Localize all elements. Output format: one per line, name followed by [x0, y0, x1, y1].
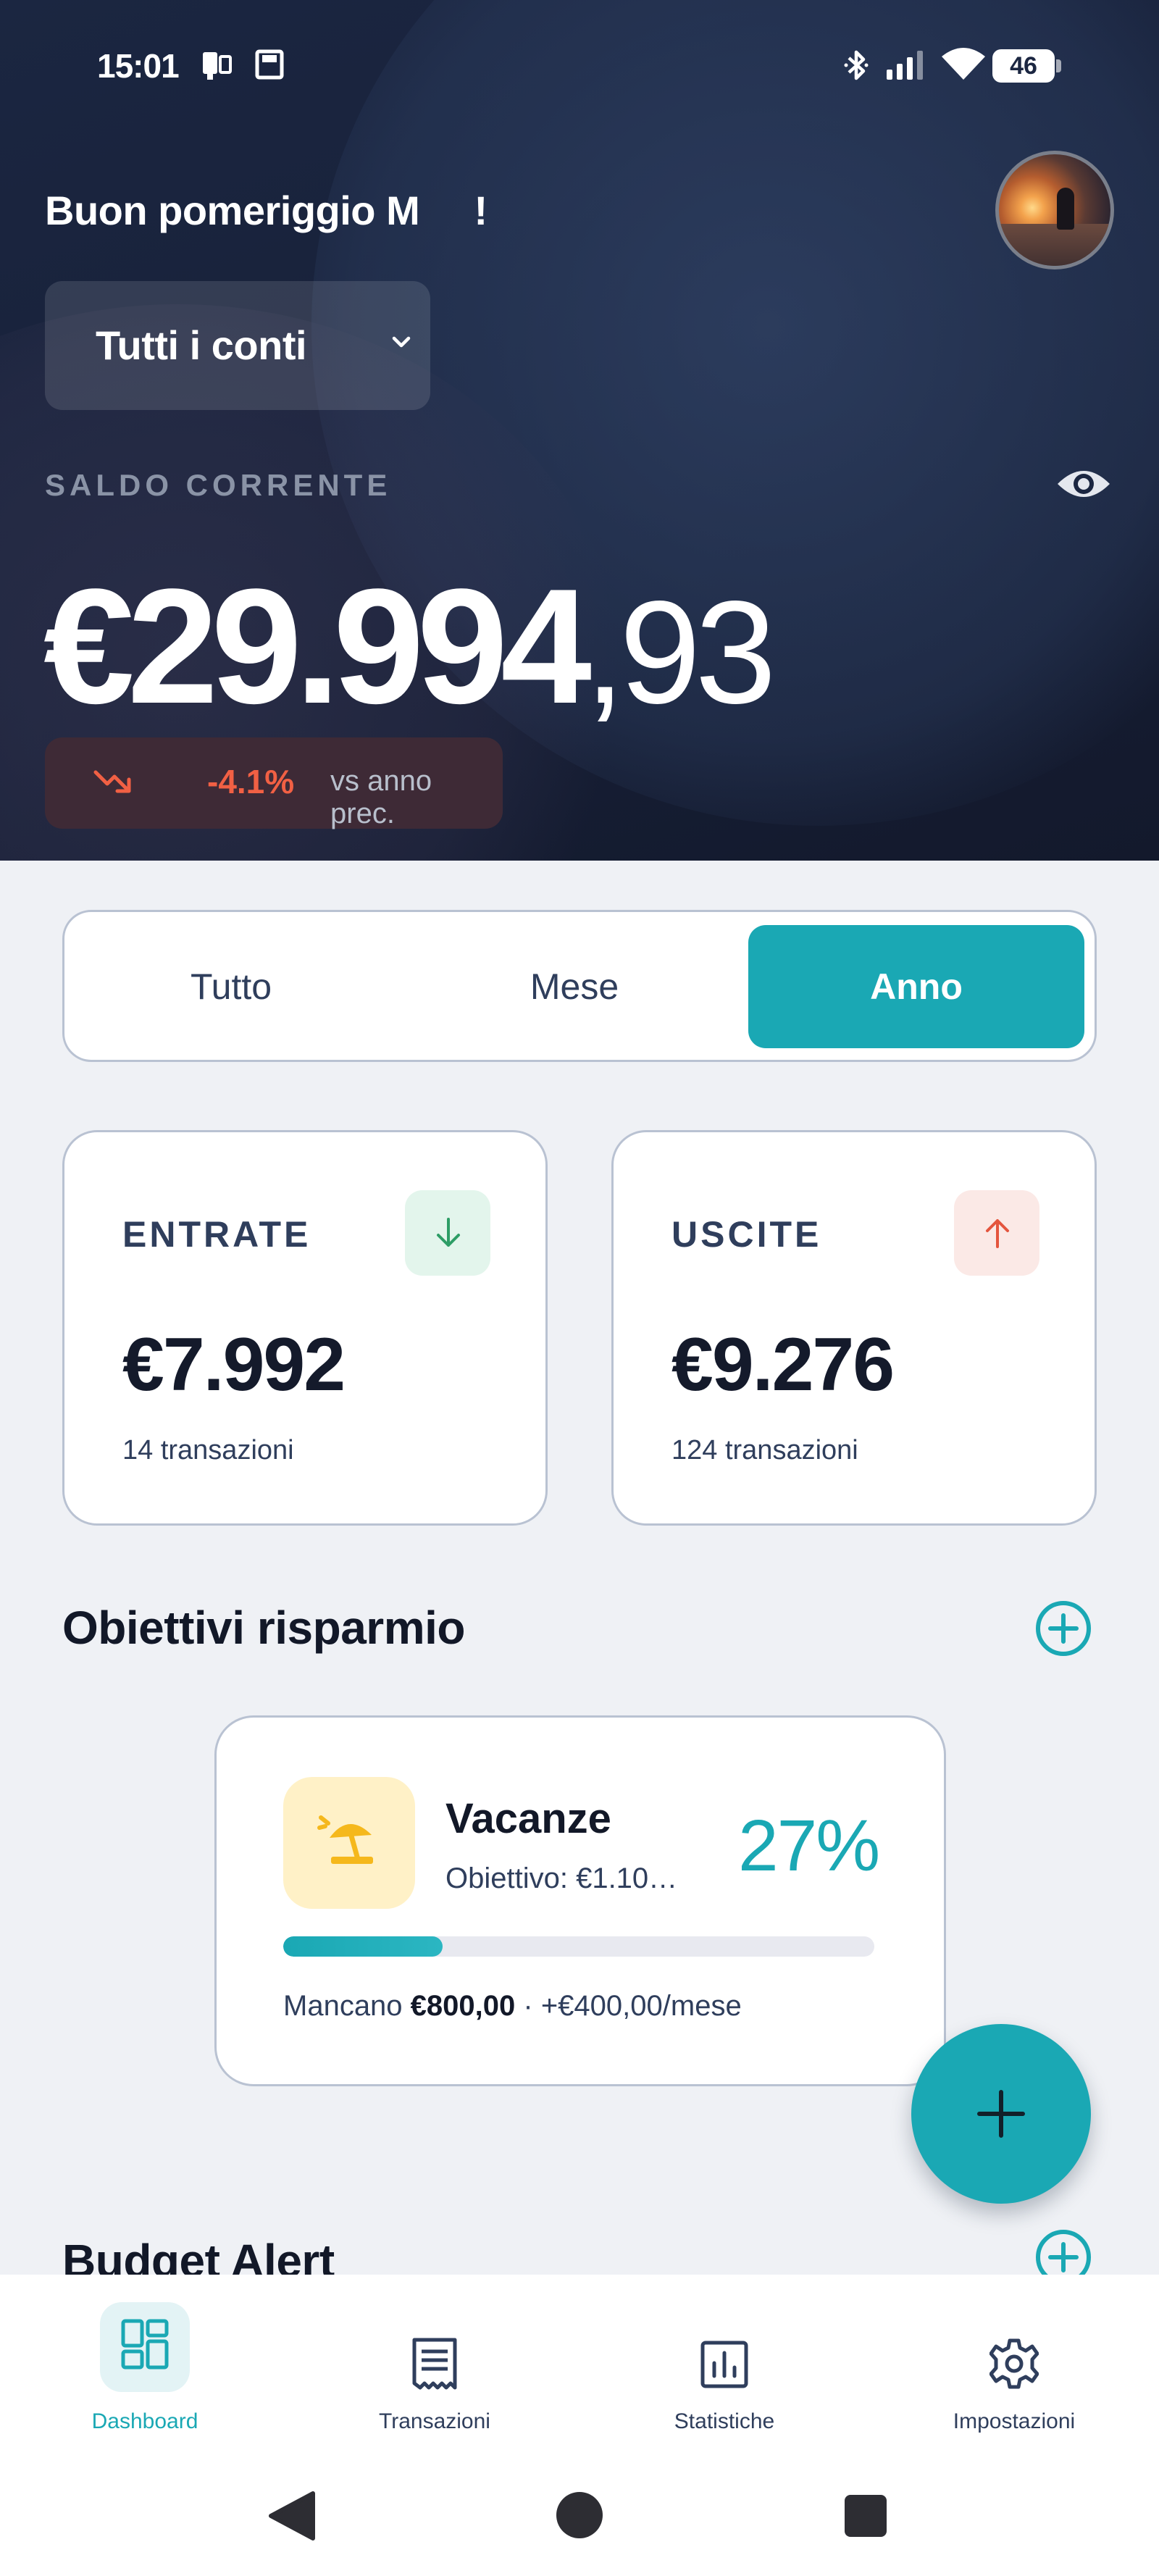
- nav-dashboard[interactable]: Dashboard: [36, 2302, 254, 2433]
- nav-statistics[interactable]: Statistiche: [616, 2302, 833, 2433]
- goal-footer: Mancano €800,00 · +€400,00/mese: [283, 1990, 742, 2023]
- status-bar: 15:01 46: [0, 0, 1159, 138]
- status-time: 15:01: [97, 47, 180, 85]
- goal-icon-tile: [283, 1777, 415, 1909]
- wifi-icon: [942, 48, 985, 80]
- plus-icon: [977, 2090, 1025, 2138]
- beach-umbrella-icon: [317, 1815, 373, 1864]
- back-icon[interactable]: [264, 2491, 319, 2541]
- system-navigation-bar: [0, 2470, 1159, 2576]
- battery-icon: 46: [992, 49, 1062, 83]
- account-selector-label: Tutti i conti: [96, 322, 307, 368]
- goal-progress-bar: [283, 1936, 874, 1957]
- avatar[interactable]: [995, 151, 1114, 269]
- chevron-down-icon: [392, 336, 411, 348]
- dashboard-icon: [121, 2319, 169, 2370]
- battery-level: 46: [1010, 52, 1037, 80]
- trend-badge: -4.1% vs anno prec.: [45, 737, 503, 829]
- nav-icon-wrap: [390, 2331, 480, 2421]
- arrow-down-icon: [437, 1218, 460, 1247]
- nav-label: Transazioni: [379, 2409, 490, 2433]
- period-selector: Tutto Mese Anno: [62, 910, 1097, 1062]
- income-title: ENTRATE: [122, 1214, 311, 1255]
- balance-integer: €29.994: [43, 554, 592, 737]
- income-card[interactable]: ENTRATE €7.992 14 transazioni: [62, 1130, 548, 1526]
- trend-percent: -4.1%: [207, 763, 295, 800]
- recent-apps-button[interactable]: [845, 2495, 887, 2537]
- tab-mese[interactable]: Mese: [422, 925, 727, 1048]
- income-count: 14 transazioni: [122, 1435, 294, 1465]
- sd-card-icon: [255, 49, 284, 80]
- statistics-icon: [700, 2341, 748, 2388]
- add-goal-icon[interactable]: [1034, 1599, 1092, 1657]
- goal-remaining-prefix: Mancano: [283, 1990, 411, 2022]
- bottom-navigation: Dashboard Transazioni Statistiche Impost…: [0, 2275, 1159, 2470]
- nav-label: Statistiche: [674, 2409, 775, 2433]
- goal-name: Vacanze: [445, 1795, 611, 1842]
- goal-target: Obiettivo: €1.10…: [445, 1862, 678, 1894]
- balance-decimal: ,93: [584, 570, 777, 734]
- expenses-title: USCITE: [671, 1214, 822, 1255]
- account-selector[interactable]: Tutti i conti: [45, 281, 430, 410]
- greeting: Buon pomeriggio M !: [45, 188, 488, 233]
- settings-icon: [989, 2338, 1039, 2389]
- nav-icon-wrap: [679, 2331, 769, 2421]
- goal-remaining-amount: €800,00: [410, 1990, 516, 2022]
- bluetooth-icon: [844, 50, 869, 80]
- arrow-up-icon: [986, 1219, 1009, 1248]
- eye-icon[interactable]: [1055, 464, 1113, 504]
- home-button[interactable]: [556, 2492, 603, 2538]
- trending-down-icon: [93, 770, 131, 793]
- nav-transactions[interactable]: Transazioni: [326, 2302, 543, 2433]
- goal-card[interactable]: Vacanze Obiettivo: €1.10… 27% Mancano €8…: [214, 1715, 946, 2086]
- nav-icon-wrap: [969, 2331, 1059, 2421]
- expenses-badge: [954, 1190, 1039, 1276]
- add-transaction-button[interactable]: [911, 2024, 1091, 2204]
- income-amount: €7.992: [122, 1323, 346, 1407]
- goal-percent: 27%: [738, 1805, 880, 1886]
- current-balance: €29.994,93: [43, 552, 777, 740]
- goal-progress-fill: [283, 1936, 443, 1957]
- header: 15:01 46 Buon pomeriggio M ! Tutti i con…: [0, 0, 1159, 861]
- nav-label: Impostazioni: [953, 2409, 1076, 2433]
- transactions-icon: [412, 2338, 457, 2390]
- income-badge: [405, 1190, 490, 1276]
- nav-label: Dashboard: [91, 2409, 198, 2433]
- nav-icon-wrap: [100, 2302, 190, 2392]
- tab-tutto[interactable]: Tutto: [86, 925, 376, 1048]
- trend-label: vs anno prec.: [330, 765, 432, 829]
- sim-card-icon: [203, 52, 232, 80]
- balance-label: SALDO CORRENTE: [45, 468, 392, 502]
- expenses-count: 124 transazioni: [671, 1435, 858, 1465]
- signal-icon: [887, 51, 923, 80]
- expenses-amount: €9.276: [671, 1323, 895, 1407]
- expenses-card[interactable]: USCITE €9.276 124 transazioni: [611, 1130, 1097, 1526]
- goal-monthly: · +€400,00/mese: [515, 1990, 742, 2022]
- savings-goals-title: Obiettivi risparmio: [62, 1602, 465, 1654]
- nav-settings[interactable]: Impostazioni: [905, 2302, 1123, 2433]
- tab-anno[interactable]: Anno: [748, 925, 1084, 1048]
